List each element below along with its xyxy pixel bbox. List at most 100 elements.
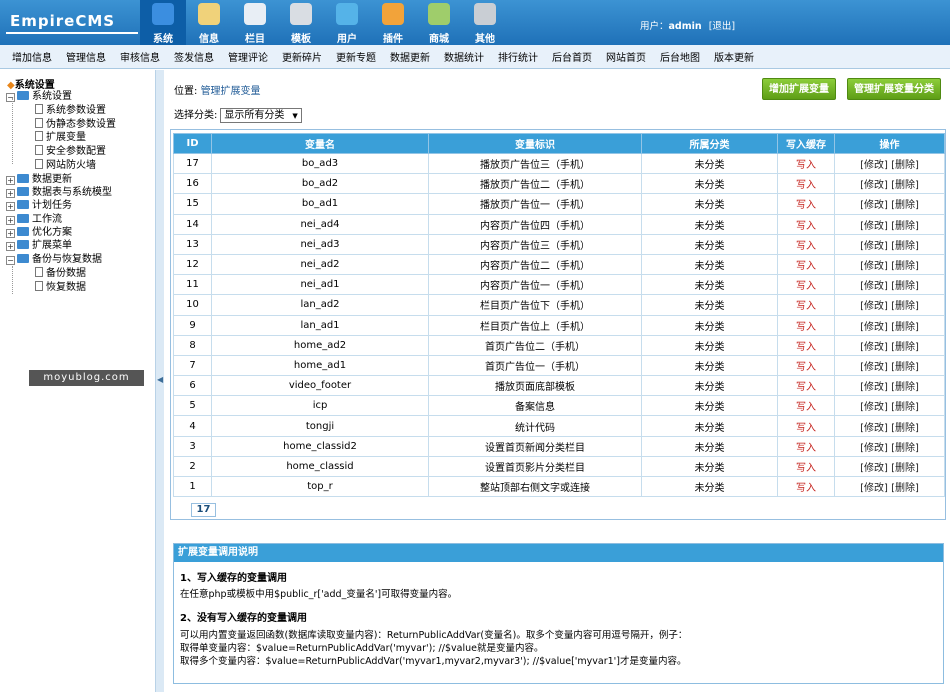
edit-delete-links[interactable]: [修改] [删除] — [834, 274, 945, 296]
tree-node[interactable]: + 计划任务 — [6, 199, 72, 212]
submenu-item[interactable]: 数据更新 — [383, 49, 437, 64]
edit-delete-links[interactable]: [修改] [删除] — [834, 213, 945, 235]
write-cache-link[interactable]: 写入 — [777, 253, 835, 276]
tree-node[interactable]: + 扩展菜单 — [6, 239, 72, 252]
write-cache-link[interactable]: 写入 — [777, 213, 835, 235]
expand-icon[interactable]: + — [6, 189, 15, 198]
topnav-item-1[interactable]: 信息 — [186, 0, 232, 45]
edit-delete-links[interactable]: [修改] [删除] — [834, 435, 945, 457]
tree-node[interactable]: + 优化方案 — [6, 226, 72, 239]
write-cache-link[interactable]: 写入 — [777, 455, 835, 478]
submenu-item[interactable]: 数据统计 — [437, 49, 491, 64]
tree-node[interactable]: 安全参数配置 — [35, 145, 106, 158]
topnav-label: 用户 — [337, 34, 357, 45]
submenu-item[interactable]: 网站首页 — [599, 49, 653, 64]
expand-icon[interactable]: + — [6, 229, 15, 238]
write-cache-link[interactable]: 写入 — [777, 395, 835, 417]
tree-connector — [12, 98, 13, 164]
write-cache-link[interactable]: 写入 — [777, 475, 835, 498]
submenu-item[interactable]: 管理信息 — [59, 49, 113, 64]
tree-node[interactable]: + 数据更新 — [6, 173, 72, 186]
topnav-item-0[interactable]: 系统 — [140, 0, 186, 45]
write-cache-link[interactable]: 写入 — [777, 173, 835, 195]
write-cache-link[interactable]: 写入 — [777, 294, 835, 316]
tree-node[interactable]: 备份数据 — [35, 267, 86, 280]
edit-delete-links[interactable]: [修改] [删除] — [834, 334, 945, 356]
tree-node[interactable]: 网站防火墙 — [35, 159, 96, 172]
help-section2-title: 2、没有写入缓存的变量调用 — [180, 613, 307, 624]
table-row: 4 tongji 统计代码 未分类 写入 [修改] [删除] — [173, 415, 945, 437]
edit-delete-links[interactable]: [修改] [删除] — [834, 193, 945, 215]
edit-delete-links[interactable]: [修改] [删除] — [834, 253, 945, 276]
edit-delete-links[interactable]: [修改] [删除] — [834, 173, 945, 195]
tree-node[interactable]: − 备份与恢复数据 — [6, 253, 102, 266]
variable-class: 未分类 — [641, 213, 778, 235]
write-cache-link[interactable]: 写入 — [777, 274, 835, 296]
help-section2-line3: 取得多个变量内容：$value=ReturnPublicAddVar('myva… — [180, 656, 687, 667]
collapse-icon[interactable]: − — [6, 93, 15, 102]
tree-node[interactable]: + 数据表与系统模型 — [6, 186, 112, 199]
submenu-item[interactable]: 签发信息 — [167, 49, 221, 64]
tree-title: ◆系统设置 — [7, 76, 55, 91]
edit-delete-links[interactable]: [修改] [删除] — [834, 475, 945, 498]
topnav-item-3[interactable]: 模板 — [278, 0, 324, 45]
variable-id: 10 — [173, 294, 212, 316]
submenu-item[interactable]: 管理评论 — [221, 49, 275, 64]
write-cache-link[interactable]: 写入 — [777, 334, 835, 356]
edit-delete-links[interactable]: [修改] [删除] — [834, 375, 945, 397]
edit-delete-links[interactable]: [修改] [删除] — [834, 415, 945, 437]
expand-icon[interactable]: + — [6, 176, 15, 185]
edit-delete-links[interactable]: [修改] [删除] — [834, 294, 945, 316]
submenu-item[interactable]: 更新专题 — [329, 49, 383, 64]
edit-delete-links[interactable]: [修改] [删除] — [834, 233, 945, 255]
globe-icon — [152, 3, 174, 25]
variable-id: 4 — [173, 415, 212, 437]
tree-node[interactable]: 恢复数据 — [35, 281, 86, 294]
variable-name: nei_ad4 — [211, 213, 429, 235]
edit-delete-links[interactable]: [修改] [删除] — [834, 152, 945, 175]
sidebar-splitter[interactable]: ◀ — [155, 70, 164, 692]
write-cache-link[interactable]: 写入 — [777, 354, 835, 377]
write-cache-link[interactable]: 写入 — [777, 314, 835, 336]
expand-icon[interactable]: + — [6, 216, 15, 225]
breadcrumb-link[interactable]: 管理扩展变量 — [201, 86, 261, 97]
tree-node[interactable]: + 工作流 — [6, 213, 62, 226]
submenu-item[interactable]: 增加信息 — [5, 49, 59, 64]
write-cache-link[interactable]: 写入 — [777, 435, 835, 457]
tree-node[interactable]: 扩展变量 — [35, 131, 86, 144]
write-cache-link[interactable]: 写入 — [777, 233, 835, 255]
edit-delete-links[interactable]: [修改] [删除] — [834, 395, 945, 417]
write-cache-link[interactable]: 写入 — [777, 193, 835, 215]
submenu-item[interactable]: 版本更新 — [707, 49, 761, 64]
edit-delete-links[interactable]: [修改] [删除] — [834, 314, 945, 336]
tree-node[interactable]: 系统参数设置 — [35, 104, 106, 117]
write-cache-link[interactable]: 写入 — [777, 415, 835, 437]
expand-icon[interactable]: + — [6, 242, 15, 251]
submenu-item[interactable]: 审核信息 — [113, 49, 167, 64]
topnav-item-6[interactable]: 商城 — [416, 0, 462, 45]
submenu-item[interactable]: 排行统计 — [491, 49, 545, 64]
write-cache-link[interactable]: 写入 — [777, 152, 835, 175]
submenu-item[interactable]: 后台地图 — [653, 49, 707, 64]
variable-name: nei_ad1 — [211, 274, 429, 296]
edit-delete-links[interactable]: [修改] [删除] — [834, 455, 945, 478]
topnav-item-4[interactable]: 用户 — [324, 0, 370, 45]
variable-label: 内容页广告位一（手机） — [428, 274, 642, 296]
topnav-item-5[interactable]: 插件 — [370, 0, 416, 45]
collapse-icon[interactable]: − — [6, 256, 15, 265]
edit-delete-links[interactable]: [修改] [删除] — [834, 354, 945, 377]
manage-variable-class-button[interactable]: 管理扩展变量分类 — [847, 78, 941, 100]
logout-link[interactable]: [退出] — [709, 21, 735, 32]
topnav-item-2[interactable]: 栏目 — [232, 0, 278, 45]
add-variable-button[interactable]: 增加扩展变量 — [762, 78, 836, 100]
variable-id: 16 — [173, 173, 212, 195]
expand-icon[interactable]: + — [6, 202, 15, 211]
class-select[interactable]: 显示所有分类 ▼ — [220, 108, 302, 123]
tree-node[interactable]: 伪静态参数设置 — [35, 118, 116, 131]
submenu-item[interactable]: 更新碎片 — [275, 49, 329, 64]
submenu-item[interactable]: 后台首页 — [545, 49, 599, 64]
tree-node[interactable]: − 系统设置 — [6, 90, 72, 103]
topnav-item-7[interactable]: 其他 — [462, 0, 508, 45]
write-cache-link[interactable]: 写入 — [777, 375, 835, 397]
collapse-arrow-icon[interactable]: ◀ — [157, 375, 163, 384]
